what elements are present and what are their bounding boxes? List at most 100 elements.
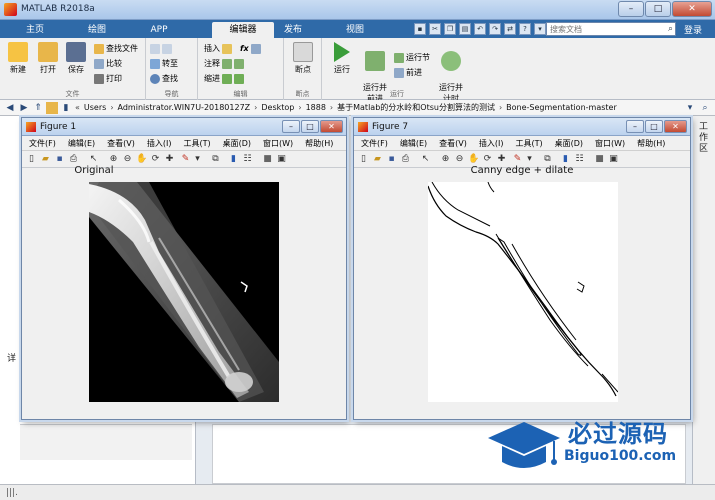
- menu-view[interactable]: 查看(V): [432, 136, 472, 150]
- find-files-button[interactable]: 查找文件: [94, 43, 138, 54]
- open-file-icon[interactable]: ▰: [40, 154, 51, 165]
- tab-view[interactable]: 视图: [324, 22, 386, 38]
- breakpoints-button[interactable]: 断点: [289, 42, 317, 75]
- new-figure-icon[interactable]: ▯: [358, 154, 369, 165]
- qa-expand-icon[interactable]: ▾: [534, 23, 546, 35]
- figure-7-window[interactable]: Figure 7 – □ ✕ 文件(F) 编辑(E) 查看(V) 插入(I) 工…: [353, 117, 691, 420]
- link-plot-icon[interactable]: ⧉: [210, 154, 221, 165]
- search-folder-icon[interactable]: ⌕: [699, 102, 711, 114]
- tab-apps[interactable]: APP: [128, 22, 190, 38]
- search-documentation[interactable]: ⌕: [546, 22, 676, 36]
- up-folder-icon[interactable]: ⇑: [32, 102, 44, 114]
- hide-plot-tools-icon[interactable]: ■: [594, 154, 605, 165]
- figure-1-window[interactable]: Figure 1 – □ ✕ 文件(F) 编辑(E) 查看(V) 插入(I) 工…: [21, 117, 347, 420]
- path-dropdown-icon[interactable]: ▾: [684, 102, 696, 114]
- qa-cut-icon[interactable]: ✂: [429, 23, 441, 35]
- fx-button[interactable]: fx: [240, 43, 261, 54]
- search-icon[interactable]: ⌕: [668, 24, 673, 34]
- menu-tools[interactable]: 工具(T): [176, 136, 215, 150]
- brush-dropdown-icon[interactable]: ▾: [524, 154, 535, 165]
- select-arrow-icon[interactable]: ↖: [420, 154, 431, 165]
- qa-help-icon[interactable]: ?: [519, 23, 531, 35]
- crumb-bone-seg[interactable]: Bone-Segmentation-master: [503, 102, 620, 114]
- legend-icon[interactable]: ☷: [574, 154, 585, 165]
- brush-dropdown-icon[interactable]: ▾: [192, 154, 203, 165]
- run-section-button[interactable]: 运行节: [394, 52, 430, 63]
- menu-desktop[interactable]: 桌面(D): [216, 136, 256, 150]
- open-button[interactable]: 打开: [34, 42, 62, 75]
- menu-file[interactable]: 文件(F): [354, 136, 393, 150]
- zoom-out-icon[interactable]: ⊖: [122, 154, 133, 165]
- show-plot-tools-icon[interactable]: ▣: [608, 154, 619, 165]
- figure-7-maximize-button[interactable]: □: [645, 120, 663, 133]
- zoom-in-icon[interactable]: ⊕: [108, 154, 119, 165]
- figure-1-maximize-button[interactable]: □: [301, 120, 319, 133]
- menu-help[interactable]: 帮助(H): [298, 136, 338, 150]
- save-figure-icon[interactable]: ▪: [386, 154, 397, 165]
- figure-1-close-button[interactable]: ✕: [320, 120, 343, 133]
- legend-icon[interactable]: ☷: [242, 154, 253, 165]
- rotate-3d-icon[interactable]: ⟳: [482, 154, 493, 165]
- nav-arrows[interactable]: [150, 43, 172, 54]
- new-figure-icon[interactable]: ▯: [26, 154, 37, 165]
- brush-icon[interactable]: ✎: [180, 154, 191, 165]
- qa-undo-icon[interactable]: ↶: [474, 23, 486, 35]
- qa-switch-icon[interactable]: ⇄: [504, 23, 516, 35]
- data-cursor-icon[interactable]: ✚: [164, 154, 175, 165]
- figure-7-minimize-button[interactable]: –: [626, 120, 644, 133]
- qa-copy-icon[interactable]: ❐: [444, 23, 456, 35]
- data-cursor-icon[interactable]: ✚: [496, 154, 507, 165]
- menu-edit[interactable]: 编辑(E): [393, 136, 432, 150]
- workspace-label[interactable]: 工作区: [699, 122, 709, 155]
- brush-icon[interactable]: ✎: [512, 154, 523, 165]
- print-button[interactable]: 打印: [94, 73, 122, 84]
- qa-save-icon[interactable]: ▪: [414, 23, 426, 35]
- print-figure-icon[interactable]: ⎙: [68, 154, 79, 165]
- print-figure-icon[interactable]: ⎙: [400, 154, 411, 165]
- qa-paste-icon[interactable]: ▤: [459, 23, 471, 35]
- forward-icon[interactable]: ▶: [18, 102, 30, 114]
- browse-folder-icon[interactable]: [46, 102, 58, 114]
- menu-file[interactable]: 文件(F): [22, 136, 61, 150]
- crumb-user[interactable]: Administrator.WIN7U-20180127Z: [115, 102, 254, 114]
- menu-window[interactable]: 窗口(W): [588, 136, 630, 150]
- colorbar-icon[interactable]: ▮: [228, 154, 239, 165]
- link-plot-icon[interactable]: ⧉: [542, 154, 553, 165]
- zoom-out-icon[interactable]: ⊖: [454, 154, 465, 165]
- open-file-icon[interactable]: ▰: [372, 154, 383, 165]
- minimize-button[interactable]: –: [618, 1, 644, 17]
- hide-plot-tools-icon[interactable]: ■: [262, 154, 273, 165]
- pan-hand-icon[interactable]: ✋: [136, 154, 147, 165]
- menu-insert[interactable]: 插入(I): [140, 136, 177, 150]
- rotate-3d-icon[interactable]: ⟳: [150, 154, 161, 165]
- menu-tools[interactable]: 工具(T): [508, 136, 547, 150]
- menu-help[interactable]: 帮助(H): [630, 136, 670, 150]
- pan-hand-icon[interactable]: ✋: [468, 154, 479, 165]
- qa-redo-icon[interactable]: ↷: [489, 23, 501, 35]
- colorbar-icon[interactable]: ▮: [560, 154, 571, 165]
- compare-button[interactable]: 比较: [94, 58, 122, 69]
- menu-edit[interactable]: 编辑(E): [61, 136, 100, 150]
- run-button[interactable]: 运行: [328, 42, 356, 75]
- login-link[interactable]: 登录: [684, 23, 702, 36]
- search-input[interactable]: [547, 23, 661, 35]
- save-figure-icon[interactable]: ▪: [54, 154, 65, 165]
- comment-button[interactable]: 注释: [204, 58, 244, 69]
- goto-button[interactable]: 转至: [150, 58, 178, 69]
- menu-view[interactable]: 查看(V): [100, 136, 140, 150]
- menu-insert[interactable]: 插入(I): [472, 136, 509, 150]
- crumb-desktop[interactable]: Desktop: [258, 102, 297, 114]
- close-button[interactable]: ✕: [672, 1, 712, 17]
- crumb-project[interactable]: 基于Matlab的分水岭和Otsu分割算法的测试: [334, 102, 498, 114]
- menu-window[interactable]: 窗口(W): [256, 136, 298, 150]
- insert-button[interactable]: 插入: [204, 43, 232, 54]
- menu-desktop[interactable]: 桌面(D): [548, 136, 588, 150]
- back-icon[interactable]: ◀: [4, 102, 16, 114]
- show-plot-tools-icon[interactable]: ▣: [276, 154, 287, 165]
- select-arrow-icon[interactable]: ↖: [88, 154, 99, 165]
- maximize-button[interactable]: □: [645, 1, 671, 17]
- indent-button[interactable]: 缩进: [204, 73, 244, 84]
- zoom-in-icon[interactable]: ⊕: [440, 154, 451, 165]
- find-button[interactable]: 查找: [150, 73, 178, 84]
- save-button[interactable]: 保存: [62, 42, 90, 75]
